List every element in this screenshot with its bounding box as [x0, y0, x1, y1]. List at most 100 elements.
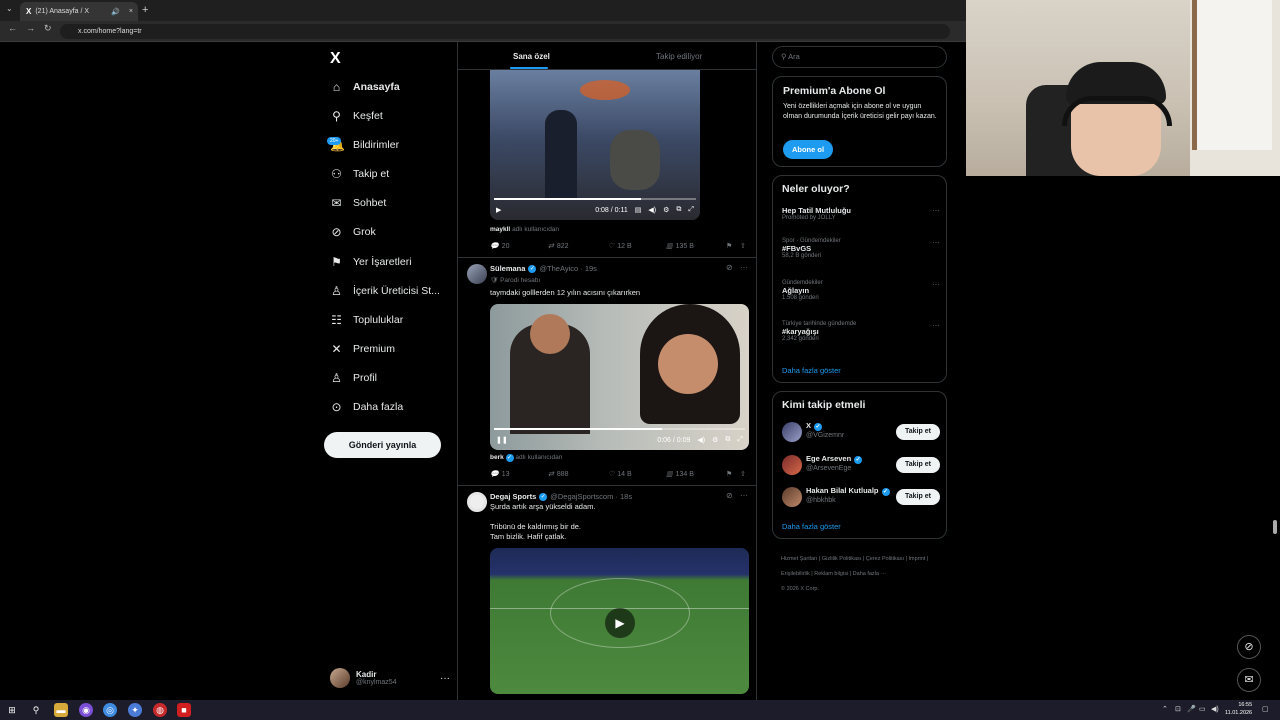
footer-link[interactable]: Imprint: [909, 556, 926, 562]
author-name[interactable]: Degaj Sports: [490, 492, 536, 501]
byline-user[interactable]: maykll: [490, 226, 510, 233]
share-icon[interactable]: ⇧: [740, 242, 746, 250]
follow-suggestion[interactable]: X ✓ @VGizemnr Takip et: [782, 421, 940, 443]
more-icon[interactable]: ···: [440, 673, 450, 684]
tray-icon[interactable]: ⊡: [1175, 705, 1181, 713]
pause-icon[interactable]: ❚❚: [496, 436, 508, 444]
more-icon[interactable]: ···: [932, 280, 940, 289]
captions-icon[interactable]: ▤: [635, 206, 642, 214]
tab-for-you[interactable]: Sana özel: [513, 52, 550, 61]
avatar[interactable]: [782, 422, 802, 442]
sidebar-item-creator[interactable]: ♙ İçerik Üreticisi St...: [330, 280, 440, 302]
browser-tab[interactable]: X (21) Anasayfa / X 🔊 ×: [20, 2, 138, 21]
video-progress[interactable]: [494, 198, 696, 200]
fullscreen-icon[interactable]: ⤢: [688, 206, 694, 214]
messages-float-button[interactable]: ✉: [1237, 668, 1261, 692]
tab-search-icon[interactable]: ⌄: [6, 4, 13, 13]
avatar[interactable]: [467, 264, 487, 284]
subscribe-button[interactable]: Abone ol: [783, 140, 833, 159]
views-button[interactable]: ▥ 135 B: [666, 242, 726, 251]
like-button[interactable]: ♡ 14 B: [608, 470, 666, 479]
tweet-video[interactable]: ▶ 0:08 / 0:11 ▤ ◀) ⚙ ⧉ ⤢: [490, 70, 700, 220]
follow-suggestion[interactable]: Hakan Bilal Kutlualp ✓ @hbkhbk Takip et: [782, 486, 940, 508]
footer-link[interactable]: Reklam bilgisi: [814, 571, 848, 577]
notifications-icon[interactable]: ▢: [1262, 705, 1269, 713]
avatar[interactable]: [782, 455, 802, 475]
search-icon[interactable]: ⚲: [29, 703, 43, 717]
trend-item[interactable]: Spor · Gündemdekiler #FBvGS 58,2 B gönderi…: [782, 238, 940, 259]
sidebar-item-home[interactable]: ⌂ Anasayfa: [330, 76, 400, 98]
avatar[interactable]: [467, 492, 487, 512]
x-logo-icon[interactable]: X: [330, 50, 341, 68]
url-field[interactable]: x.com/home?lang=tr: [60, 24, 950, 39]
search-input[interactable]: ⚲ Ara: [772, 46, 947, 68]
byline-user[interactable]: berk: [490, 454, 504, 461]
sidebar-item-profile[interactable]: ♙ Profil: [330, 367, 377, 389]
more-icon[interactable]: ···: [740, 263, 748, 272]
follow-button[interactable]: Takip et: [896, 489, 940, 505]
tweet-video[interactable]: ▶: [490, 548, 749, 694]
grok-float-button[interactable]: ⊘: [1237, 635, 1261, 659]
sidebar-item-mail[interactable]: ✉ Sohbet: [330, 192, 386, 214]
volume-icon[interactable]: ◀): [697, 436, 705, 444]
close-tab-icon[interactable]: ×: [129, 8, 133, 15]
scrollbar[interactable]: [1273, 520, 1277, 534]
sidebar-item-follow[interactable]: ⚇ Takip et: [330, 163, 389, 185]
obs-icon[interactable]: ◍: [153, 703, 167, 717]
app-icon[interactable]: ◉: [79, 703, 93, 717]
fullscreen-icon[interactable]: ⤢: [737, 436, 743, 444]
settings-icon[interactable]: ⚙: [712, 436, 718, 444]
tweet-video[interactable]: ❚❚ 0:06 / 0:09 ◀) ⚙ ⧉ ⤢: [490, 304, 749, 450]
sidebar-item-communities[interactable]: ☷ Topluluklar: [330, 309, 403, 331]
forward-icon[interactable]: →: [26, 23, 35, 33]
file-explorer-icon[interactable]: ▬: [54, 703, 68, 717]
pip-icon[interactable]: ⧉: [725, 436, 730, 444]
author-handle[interactable]: @TheAyico · 19s: [539, 264, 597, 273]
video-progress[interactable]: [494, 428, 745, 430]
windows-start-icon[interactable]: ⊞: [5, 703, 19, 717]
avatar[interactable]: [782, 487, 802, 507]
footer-link[interactable]: Erişilebilirlik: [781, 571, 810, 577]
bookmark-icon[interactable]: ⚑: [726, 470, 740, 478]
sidebar-item-more-circle[interactable]: ⊙ Daha fazla: [330, 396, 403, 418]
trends-show-more[interactable]: Daha fazla göster: [782, 366, 841, 375]
trend-item[interactable]: Türkiye tarihinde gündemde #karyağışı 2.34…: [782, 321, 940, 342]
footer-link[interactable]: Çerez Politikası: [866, 556, 904, 562]
who-to-follow-show-more[interactable]: Daha fazla göster: [782, 522, 841, 531]
back-icon[interactable]: ←: [8, 23, 17, 33]
post-button[interactable]: Gönderi yayınla: [324, 432, 441, 458]
tray-chevron-icon[interactable]: ⌃: [1162, 705, 1168, 713]
more-icon[interactable]: ···: [932, 238, 940, 247]
play-icon[interactable]: ▶: [496, 206, 501, 214]
sidebar-item-search[interactable]: ⚲ Keşfet: [330, 105, 383, 127]
author-name[interactable]: Sülemana: [490, 264, 525, 273]
follow-button[interactable]: Takip et: [896, 457, 940, 473]
more-icon[interactable]: ···: [932, 321, 940, 330]
repost-button[interactable]: ⇄ 888: [548, 470, 608, 479]
grok-icon[interactable]: ⊘: [726, 491, 733, 500]
reply-button[interactable]: 💬 20: [490, 242, 548, 251]
mute-tab-icon[interactable]: 🔊: [111, 8, 120, 16]
settings-icon[interactable]: ⚙: [663, 206, 669, 214]
more-icon[interactable]: ···: [740, 491, 748, 500]
bookmark-icon[interactable]: ⚑: [726, 242, 740, 250]
repost-button[interactable]: ⇄ 822: [548, 242, 608, 251]
pip-icon[interactable]: ⧉: [676, 206, 681, 214]
sidebar-item-grok[interactable]: ⊘ Grok: [330, 221, 375, 243]
chrome-icon[interactable]: ◎: [103, 703, 117, 717]
reply-button[interactable]: 💬 13: [490, 470, 548, 479]
like-button[interactable]: ♡ 12 B: [608, 242, 666, 251]
follow-button[interactable]: Takip et: [896, 424, 940, 440]
more-icon[interactable]: ···: [932, 206, 940, 215]
sidebar-item-bell[interactable]: 🔔 Bildirimler: [330, 134, 399, 156]
new-tab-button[interactable]: +: [142, 4, 148, 16]
footer-link[interactable]: Daha fazla ···: [853, 571, 886, 577]
taskbar-clock[interactable]: 16:55 11.01.2026: [1225, 701, 1252, 717]
grok-icon[interactable]: ⊘: [726, 263, 733, 272]
author-handle[interactable]: @DegajSportscom · 18s: [550, 492, 632, 501]
volume-icon[interactable]: ◀): [648, 206, 656, 214]
play-icon[interactable]: ▶: [605, 608, 635, 638]
footer-link[interactable]: Gizlilik Politikası: [822, 556, 861, 562]
views-button[interactable]: ▥ 134 B: [666, 470, 726, 479]
follow-suggestion[interactable]: Ege Arseven ✓ @ArsevenEge Takip et: [782, 454, 940, 476]
